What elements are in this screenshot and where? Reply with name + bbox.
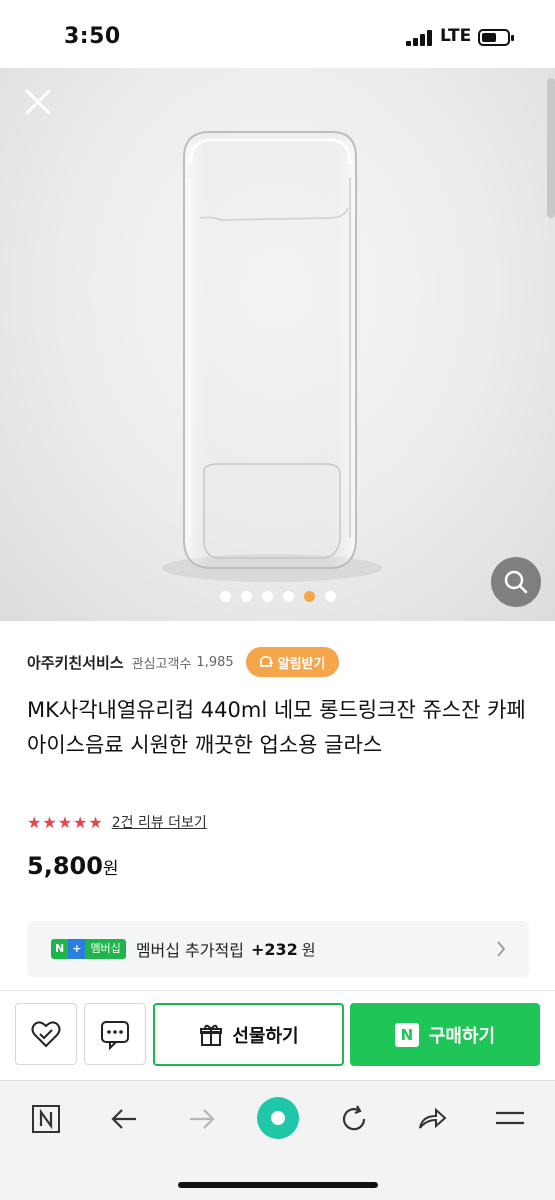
review-link[interactable]: 2건 리뷰 더보기 [112,812,207,832]
gallery-dot[interactable] [303,591,315,602]
share-icon[interactable] [410,1097,454,1141]
signal-icon [406,30,434,46]
chat-icon [101,1021,129,1051]
gift-button[interactable]: 선물하기 [153,1003,344,1066]
network-label: LTE [440,26,472,46]
product-image-gallery[interactable] [0,68,555,621]
zoom-button[interactable] [491,557,541,607]
gallery-dot[interactable] [324,591,336,602]
naver-home-icon[interactable] [24,1097,68,1141]
browser-toolbar [0,1080,555,1200]
gallery-dot[interactable] [219,591,231,602]
gallery-pagination [0,587,555,602]
gallery-dot[interactable] [261,591,273,602]
search-icon [504,570,528,594]
chevron-right-icon [497,941,506,957]
scrollbar[interactable] [547,78,555,218]
gallery-dot[interactable] [240,591,252,602]
store-row: 아주키친서비스 관심고객수 1,985 알림받기 [27,647,340,677]
forward-icon[interactable] [180,1097,224,1141]
follower-label: 관심고객수 [131,656,192,672]
battery-icon [478,29,514,46]
membership-unit: 원 [301,940,316,959]
gallery-dot[interactable] [282,591,294,602]
review-row: ★★★★★ 2건 리뷰 더보기 [27,811,207,833]
gift-label: 선물하기 [232,1025,299,1047]
naver-n-icon: N [394,1022,419,1047]
menu-icon[interactable] [488,1097,532,1141]
follower-count: 1,985 [196,654,234,670]
alarm-button[interactable]: 알림받기 [245,647,340,677]
glass-product-image [162,131,382,582]
alarm-label: 알림받기 [277,656,326,672]
heart-check-icon [31,1021,61,1048]
bell-plus-icon [259,656,273,667]
naver-plus-badge: N + 멤버십 [51,939,126,959]
membership-points: +232 [250,939,298,959]
chat-button[interactable] [84,1003,146,1065]
membership-banner[interactable]: N + 멤버십 멤버십 추가적립 +232 원 [27,921,529,977]
green-dot-icon[interactable] [255,1095,301,1141]
status-bar: 3:50 LTE [0,0,555,68]
product-price: 5,800원 [27,852,119,880]
gift-icon [200,1024,223,1046]
rating-stars: ★★★★★ [27,812,104,832]
product-title: MK사각내열유리컵 440ml 네모 롱드링크잔 쥬스잔 카페 아이스음료 시원… [27,698,526,757]
buy-label: 구매하기 [428,1025,496,1047]
home-indicator [178,1182,378,1188]
buy-button[interactable]: N 구매하기 [350,1003,540,1066]
action-bar: 선물하기 N 구매하기 [0,1003,555,1067]
refresh-icon[interactable] [332,1097,376,1141]
store-name[interactable]: 아주키친서비스 [27,652,124,673]
price-currency: 원 [102,859,119,879]
price-value: 5,800 [27,852,103,880]
status-time: 3:50 [64,24,121,49]
close-icon[interactable] [20,84,56,120]
divider [0,990,555,991]
membership-label: 멤버십 추가적립 [135,941,244,960]
like-button[interactable] [15,1003,77,1065]
back-icon[interactable] [102,1097,146,1141]
